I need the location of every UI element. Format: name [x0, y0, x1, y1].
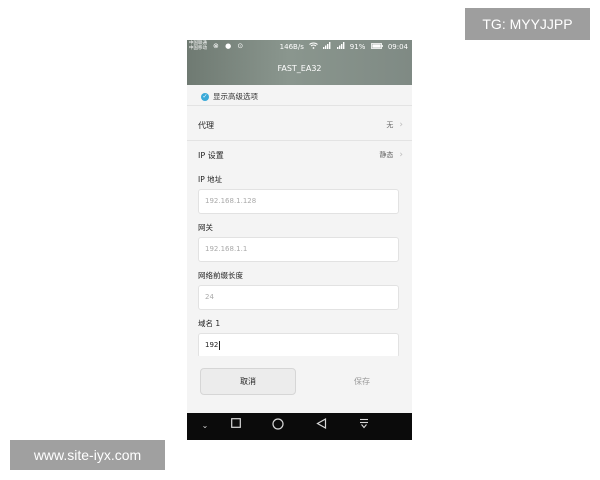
ip-settings-value-wrap: 静态 › — [379, 150, 403, 160]
ip-address-field[interactable]: 192.168.1.128 — [198, 189, 399, 214]
header: 中国联通 中国移动 ⊗ ● ⊙ 146B/s 91% 09:04 FAST_EA… — [187, 40, 412, 85]
battery-icon — [370, 43, 385, 51]
save-button[interactable]: 保存 — [317, 368, 407, 395]
phone-screen: 中国联通 中国移动 ⊗ ● ⊙ 146B/s 91% 09:04 FAST_EA… — [187, 40, 412, 440]
signal-icon-2 — [336, 42, 347, 51]
proxy-value: 无 — [386, 121, 394, 129]
carrier-labels: 中国联通 中国移动 — [189, 41, 207, 51]
cancel-button[interactable]: 取消 — [200, 368, 296, 395]
text-caret — [219, 340, 221, 350]
ip-address-label: IP 地址 — [198, 175, 223, 184]
circle-icon[interactable] — [271, 418, 285, 433]
status-bar: 中国联通 中国移动 ⊗ ● ⊙ 146B/s 91% 09:04 — [187, 40, 412, 54]
chevron-right-icon: › — [399, 120, 403, 130]
prefix-length-field[interactable]: 24 — [198, 285, 399, 310]
gateway-field[interactable]: 192.168.1.1 — [198, 237, 399, 262]
settings-form[interactable]: ✓ 显示高级选项 代理 无 › IP 设置 静态 › IP 地址 192.168… — [187, 85, 412, 400]
show-advanced-checkbox[interactable]: ✓ 显示高级选项 — [201, 91, 258, 102]
clock: 09:04 — [387, 43, 408, 51]
proxy-label: 代理 — [198, 120, 214, 130]
square-icon[interactable] — [229, 418, 243, 431]
status-right: 146B/s 91% 09:04 — [277, 42, 408, 51]
signal-icon — [323, 42, 333, 51]
notification-icons: ⊗ ● ⊙ — [213, 42, 246, 50]
dns1-label: 域名 1 — [198, 319, 221, 328]
back-triangle-icon[interactable] — [314, 417, 328, 432]
chevron-down-icon[interactable]: ⌄ — [198, 421, 212, 430]
prefix-length-label: 网络前缀长度 — [198, 271, 243, 280]
ip-settings-row[interactable]: IP 设置 静态 › — [198, 141, 403, 169]
network-speed: 146B/s — [279, 43, 304, 51]
proxy-value-wrap: 无 › — [386, 120, 403, 130]
watermark-site: www.site-iyx.com — [10, 440, 165, 470]
divider — [187, 105, 412, 106]
carrier-bottom: 中国移动 — [189, 46, 207, 51]
wifi-icon — [309, 42, 320, 51]
ip-settings-label: IP 设置 — [198, 150, 224, 160]
show-advanced-label: 显示高级选项 — [213, 92, 258, 101]
proxy-row[interactable]: 代理 无 › — [198, 111, 403, 139]
navigation-bar: ⌄ — [187, 413, 412, 440]
notification-pull-icon[interactable] — [357, 418, 371, 432]
battery-percent: 91% — [349, 43, 366, 51]
dns1-field[interactable]: 192 — [198, 333, 399, 358]
dns1-value: 192 — [205, 341, 219, 349]
action-bar: 取消 保存 — [187, 356, 412, 412]
page-title: FAST_EA32 — [277, 64, 322, 73]
gateway-label: 网关 — [198, 223, 213, 232]
ip-settings-value: 静态 — [379, 151, 394, 159]
chevron-right-icon: › — [399, 150, 403, 160]
check-icon: ✓ — [201, 92, 209, 101]
watermark-tg: TG: MYYJJPP — [465, 8, 590, 40]
